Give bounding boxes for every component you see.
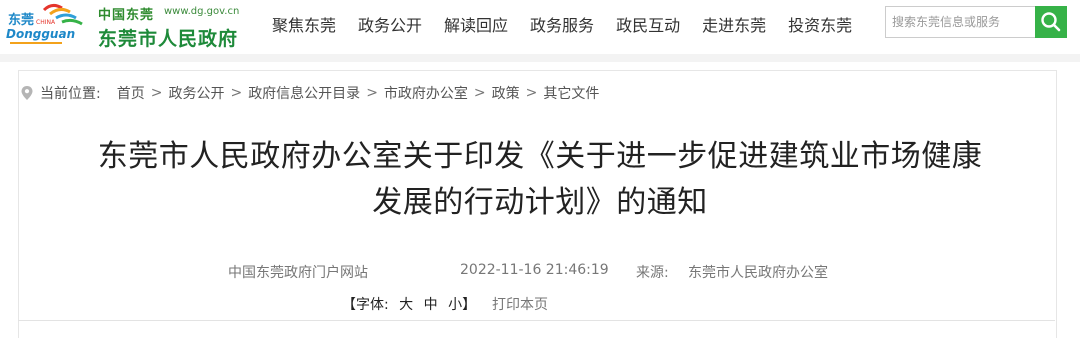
article-datetime: 2022-11-16 21:46:19: [460, 262, 609, 278]
breadcrumb-prefix: 当前位置:: [40, 86, 101, 102]
logo-mark-cn: 东莞: [8, 12, 34, 28]
nav-item-open-government[interactable]: 政务公开: [358, 14, 422, 38]
breadcrumb-other-documents[interactable]: 其它文件: [543, 83, 599, 103]
breadcrumb: 当前位置: 首页 > 政务公开 > 政府信息公开目录 > 市政府办公室 > 政策…: [20, 83, 599, 103]
header-divider: [0, 54, 1080, 62]
dongguan-logo-icon: 东莞 CHINA Dongguan: [6, 3, 83, 44]
logo-title: 东莞市人民政府: [98, 28, 239, 50]
nav-item-interaction[interactable]: 政民互动: [616, 14, 680, 38]
nav-item-focus[interactable]: 聚焦东莞: [272, 14, 336, 38]
article-title: 东莞市人民政府办公室关于印发《关于进一步促进建筑业市场健康 发展的行动计划》的通…: [30, 134, 1050, 226]
logo-china-dongguan: 中国东莞: [98, 8, 155, 23]
search-button[interactable]: [1035, 6, 1067, 38]
font-size-control: 【字体: 大 中 小】: [342, 294, 476, 314]
nav-item-services[interactable]: 政务服务: [530, 14, 594, 38]
font-size-label: 【字体:: [342, 297, 389, 313]
search-input[interactable]: [885, 6, 1040, 38]
nav-item-interpretation[interactable]: 解读回应: [444, 14, 508, 38]
font-size-medium[interactable]: 中: [424, 297, 438, 313]
breadcrumb-separator: >: [150, 85, 163, 101]
logo-mark-en: Dongguan: [6, 27, 75, 41]
search-box: [885, 6, 1067, 38]
logo-mark-china: CHINA: [36, 19, 56, 26]
content-divider: [18, 320, 1055, 321]
breadcrumb-open-government[interactable]: 政务公开: [168, 83, 224, 103]
nav-item-invest[interactable]: 投资东莞: [788, 14, 852, 38]
logo-url: www.dg.gov.cn: [164, 6, 240, 17]
main-nav: 聚焦东莞 政务公开 解读回应 政务服务 政民互动 走进东莞 投资东莞: [272, 14, 874, 38]
breadcrumb-info-catalog[interactable]: 政府信息公开目录: [248, 83, 360, 103]
article-source: 东莞市人民政府办公室: [688, 265, 828, 281]
site-header: 东莞 CHINA Dongguan 中国东莞 www.dg.gov.cn 东莞市…: [0, 0, 1080, 52]
location-pin-icon: [21, 86, 33, 100]
article-site: 中国东莞政府门户网站: [228, 265, 368, 281]
breadcrumb-separator: >: [525, 85, 538, 101]
breadcrumb-separator: >: [473, 85, 486, 101]
breadcrumb-policy[interactable]: 政策: [492, 83, 520, 103]
breadcrumb-home[interactable]: 首页: [117, 83, 145, 103]
article-meta: 中国东莞政府门户网站 2022-11-16 21:46:19 来源: 东莞市人民…: [0, 262, 1080, 282]
breadcrumb-separator: >: [366, 85, 378, 101]
article-source-label: 来源:: [636, 265, 669, 281]
article-title-line2: 发展的行动计划》的通知: [372, 185, 708, 220]
font-size-large[interactable]: 大: [399, 297, 413, 313]
print-button[interactable]: 打印本页: [492, 294, 548, 314]
search-icon: [1041, 12, 1061, 32]
breadcrumb-office[interactable]: 市政府办公室: [384, 83, 468, 103]
breadcrumb-separator: >: [230, 85, 243, 101]
site-logo[interactable]: 东莞 CHINA Dongguan 中国东莞 www.dg.gov.cn 东莞市…: [4, 2, 240, 50]
nav-item-about-dongguan[interactable]: 走进东莞: [702, 14, 766, 38]
article-title-line1: 东莞市人民政府办公室关于印发《关于进一步促进建筑业市场健康: [97, 139, 983, 174]
font-size-small[interactable]: 小】: [448, 297, 476, 313]
